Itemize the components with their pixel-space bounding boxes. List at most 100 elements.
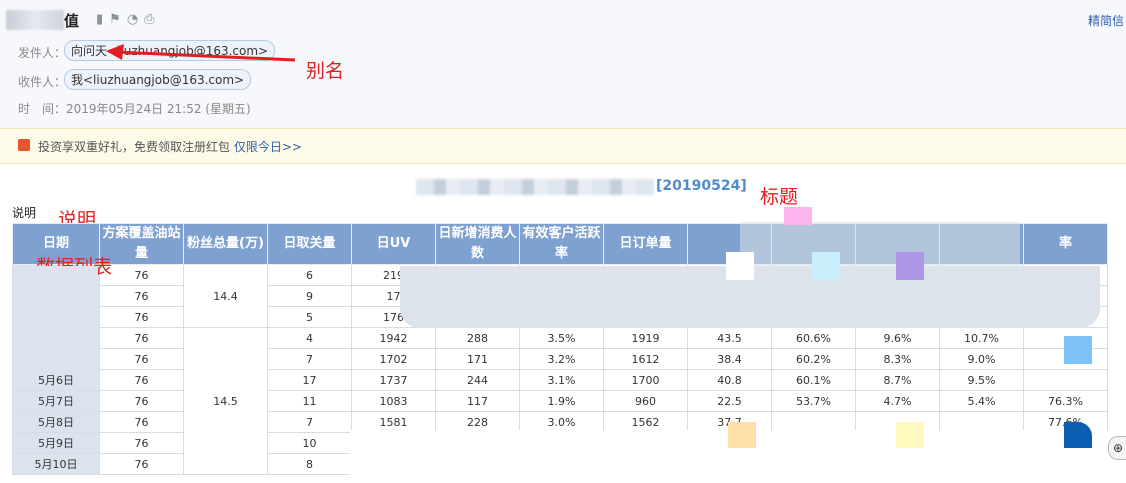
bookmark-icon[interactable]: ▮ bbox=[96, 12, 109, 27]
date-cell: 5月6日 bbox=[12, 369, 100, 391]
table-cell: 1942 bbox=[351, 327, 436, 349]
arrow-line bbox=[115, 50, 296, 62]
table-cell: 7 bbox=[267, 348, 352, 370]
header-actions: ▮⚑◔⎙ bbox=[96, 12, 161, 27]
report-title: [20190524] bbox=[656, 178, 747, 194]
table-cell: 3.1% bbox=[519, 369, 604, 391]
fans-cell: 14.4 bbox=[183, 264, 268, 328]
table-cell: 9.0% bbox=[939, 348, 1024, 370]
promo-link[interactable]: 仅限今日>> bbox=[234, 140, 302, 154]
table-cell: 60.6% bbox=[771, 327, 856, 349]
table-cell: 1.9% bbox=[519, 390, 604, 412]
table-cell: 76 bbox=[99, 390, 184, 412]
table-cell: 76 bbox=[99, 285, 184, 307]
date-redaction bbox=[14, 266, 98, 370]
table-cell: 5 bbox=[267, 306, 352, 328]
table-cell: 9 bbox=[267, 285, 352, 307]
table-cell: 5.4% bbox=[939, 390, 1024, 412]
table-cell: 60.1% bbox=[771, 369, 856, 391]
cyan-swatch bbox=[812, 252, 840, 280]
table-cell: 10 bbox=[267, 432, 352, 454]
table-cell: 76 bbox=[99, 453, 184, 475]
arrow-head bbox=[106, 44, 124, 60]
print-icon[interactable]: ⎙ bbox=[144, 12, 160, 27]
table-cell: 9.6% bbox=[855, 327, 940, 349]
table-cell: 8.3% bbox=[855, 348, 940, 370]
purple-swatch bbox=[896, 252, 924, 280]
table-cell: 40.8 bbox=[687, 369, 772, 391]
table-cell: 171 bbox=[435, 348, 520, 370]
report-title-redaction bbox=[416, 179, 654, 195]
table-cell: 1612 bbox=[603, 348, 688, 370]
table-cell: 1700 bbox=[603, 369, 688, 391]
table-cell: 76 bbox=[99, 411, 184, 433]
col-header: 日新增消费人数 bbox=[435, 223, 520, 265]
time-label: 时 间： bbox=[18, 102, 67, 116]
table-cell: 1737 bbox=[351, 369, 436, 391]
table-cell: 288 bbox=[435, 327, 520, 349]
table-cell: 117 bbox=[435, 390, 520, 412]
date-cell: 5月7日 bbox=[12, 390, 100, 412]
time-value: 2019年05月24日 21:52 (星期五) bbox=[66, 102, 251, 116]
table-cell: 6 bbox=[267, 264, 352, 286]
table-cell: 10.7% bbox=[939, 327, 1024, 349]
table-row: 76 14.5 4 1942 288 3.5% 1919 43.5 60.6% 9.6% 10.7% bbox=[12, 327, 1108, 475]
title-annotation: 标题 bbox=[760, 186, 799, 208]
col-header: 有效客户活跃率 bbox=[519, 223, 604, 265]
date-cell: 5月10日 bbox=[12, 453, 100, 475]
table-cell: 3.5% bbox=[519, 327, 604, 349]
col-header: 日UV bbox=[351, 223, 436, 265]
clock-icon[interactable]: ◔ bbox=[127, 12, 144, 27]
col-header: 方案覆盖油站量 bbox=[99, 223, 184, 265]
table-cell: 22.5 bbox=[687, 390, 772, 412]
flag-icon[interactable]: ⚑ bbox=[109, 12, 127, 27]
subject-redaction bbox=[6, 10, 64, 30]
table-cell: 60.2% bbox=[771, 348, 856, 370]
table-cell: 3.2% bbox=[519, 348, 604, 370]
table-cell: 9.5% bbox=[939, 369, 1024, 391]
table-cell: 1702 bbox=[351, 348, 436, 370]
col-header: 日订单量 bbox=[603, 223, 688, 265]
gift-icon bbox=[18, 139, 30, 151]
simplified-info-link[interactable]: 精简信 bbox=[1088, 12, 1124, 29]
table-cell: 76 bbox=[99, 348, 184, 370]
table-cell: 4.7% bbox=[855, 390, 940, 412]
date-cell: 5月8日 bbox=[12, 411, 100, 433]
table-cell: 244 bbox=[435, 369, 520, 391]
table-cell: 76 bbox=[99, 306, 184, 328]
table-cell: 43.5 bbox=[687, 327, 772, 349]
col-header: 粉丝总量(万) bbox=[183, 223, 268, 265]
table-cell: 76 bbox=[99, 432, 184, 454]
alias-arrow bbox=[106, 44, 296, 62]
col-header: 日取关量 bbox=[267, 223, 352, 265]
to-label: 收件人： bbox=[18, 75, 67, 89]
table-row: 5月6日 76 17 1737 244 3.1% 1700 40.8 60.1% 8.7% 9.5% bbox=[12, 369, 1108, 391]
table-cell: 76.3% bbox=[1023, 390, 1108, 412]
table-cell: 8.7% bbox=[855, 369, 940, 391]
pink-swatch bbox=[784, 207, 812, 225]
date-cell: 5月9日 bbox=[12, 432, 100, 454]
from-label: 发件人： bbox=[18, 46, 67, 60]
table-cell: 7 bbox=[267, 411, 352, 433]
orange-swatch bbox=[728, 422, 756, 448]
table-cell: 1083 bbox=[351, 390, 436, 412]
promo-text: 投资享双重好礼，免费领取注册红包 仅限今日>> bbox=[38, 138, 302, 155]
table-row: 76 7 1702 171 3.2% 1612 38.4 60.2% 8.3% 9.0% bbox=[12, 348, 1108, 370]
alias-annotation: 别名 bbox=[306, 60, 345, 82]
table-cell: 1919 bbox=[603, 327, 688, 349]
zoom-icon[interactable]: ⊕ bbox=[1108, 436, 1126, 460]
table-cell: 17 bbox=[267, 369, 352, 391]
table-cell: 76 bbox=[99, 369, 184, 391]
table-cell bbox=[1023, 369, 1108, 391]
table-cell: 76 bbox=[99, 264, 184, 286]
white-swatch bbox=[726, 252, 754, 280]
blue-swatch bbox=[1064, 336, 1092, 364]
table-cell: 4 bbox=[267, 327, 352, 349]
table-cell: 76 bbox=[99, 327, 184, 349]
yellow-swatch bbox=[896, 422, 924, 448]
promo-message: 投资享双重好礼，免费领取注册红包 bbox=[38, 140, 231, 154]
col-header: 率 bbox=[1023, 223, 1108, 265]
table-cell: 38.4 bbox=[687, 348, 772, 370]
report-description: 说明 bbox=[12, 206, 37, 220]
table-cell: 8 bbox=[267, 453, 352, 475]
